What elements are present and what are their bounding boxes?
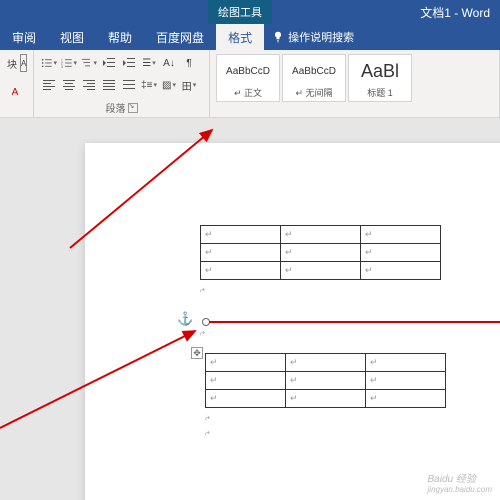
paragraph-mark: ⤶	[205, 413, 210, 424]
watermark: Baidu 经验 jingyan.baidu.com	[428, 470, 492, 494]
watermark-main: Baidu 经验	[428, 474, 476, 485]
decrease-indent-button[interactable]	[100, 54, 118, 72]
table-row[interactable]: ↵↵↵	[206, 354, 446, 372]
style-preview: AaBbCcD	[219, 57, 277, 86]
tab-help[interactable]: 帮助	[96, 24, 144, 50]
character-shading-button[interactable]: 块	[6, 54, 18, 72]
enclose-chars-button[interactable]: A	[20, 54, 27, 72]
multilevel-list-button[interactable]: ▾	[80, 54, 98, 72]
tell-me-search[interactable]: 操作说明搜索	[264, 24, 362, 50]
table-row[interactable]: ↵↵↵	[201, 226, 441, 244]
table-move-handle[interactable]: ✥	[191, 347, 203, 359]
align-right-button[interactable]	[80, 76, 98, 94]
tab-format[interactable]: 格式	[216, 24, 264, 50]
anchor-icon[interactable]: ⚓	[177, 311, 193, 327]
table-row[interactable]: ↵↵↵	[206, 372, 446, 390]
table-row[interactable]: ↵↵↵	[206, 390, 446, 408]
shading-button[interactable]: ▨▾	[160, 76, 178, 94]
sort-button[interactable]: A↓	[160, 54, 178, 72]
bullets-button[interactable]: ▾	[40, 54, 58, 72]
ribbon: 块 A A ▾ 123▾ ▾ ☰▾ A↓ ¶ ‡≡▾ ▨▾ 田▾	[0, 50, 500, 118]
table-row[interactable]: ↵↵↵	[201, 262, 441, 280]
table-2[interactable]: ↵↵↵ ↵↵↵ ↵↵↵	[205, 353, 446, 408]
paragraph-mark: ⤶	[205, 428, 210, 439]
style-preview: AaBbCcD	[285, 57, 343, 86]
table-1[interactable]: ↵↵↵ ↵↵↵ ↵↵↵	[200, 225, 441, 280]
font-group: 块 A A	[0, 50, 34, 117]
tab-baidu-netdisk[interactable]: 百度网盘	[144, 24, 216, 50]
increase-indent-button[interactable]	[120, 54, 138, 72]
svg-text:3: 3	[61, 65, 63, 69]
style-heading1[interactable]: AaBl 标题 1	[348, 54, 412, 102]
paragraph-group: ▾ 123▾ ▾ ☰▾ A↓ ¶ ‡≡▾ ▨▾ 田▾ 段落	[34, 50, 210, 117]
align-left-button[interactable]	[40, 76, 58, 94]
numbering-button[interactable]: 123▾	[60, 54, 78, 72]
lightbulb-icon	[272, 31, 284, 43]
style-name: ↵ 正文	[219, 86, 277, 99]
page[interactable]: ↵↵↵ ↵↵↵ ↵↵↵ ⤶ ⚓ ⤶ ✥ ↵↵↵ ↵↵↵ ↵↵↵ ⤶ ⤶	[85, 143, 500, 500]
paragraph-mark: ⤶	[200, 285, 205, 296]
ribbon-tabs: 审阅 视图 帮助 百度网盘 格式 操作说明搜索	[0, 24, 500, 50]
line-spacing-button[interactable]: ‡≡▾	[140, 76, 158, 94]
justify-button[interactable]	[100, 76, 118, 94]
show-marks-button[interactable]: ¶	[180, 54, 198, 72]
distributed-button[interactable]	[120, 76, 138, 94]
styles-group: AaBbCcD ↵ 正文 AaBbCcD ↵ 无间隔 AaBl 标题 1	[210, 50, 500, 117]
tab-review[interactable]: 审阅	[0, 24, 48, 50]
document-area[interactable]: ↵↵↵ ↵↵↵ ↵↵↵ ⤶ ⚓ ⤶ ✥ ↵↵↵ ↵↵↵ ↵↵↵ ⤶ ⤶	[0, 118, 500, 500]
style-name: 标题 1	[351, 86, 409, 99]
style-preview: AaBl	[351, 57, 409, 86]
title-bar: 绘图工具 文档1 - Word	[0, 0, 500, 24]
style-name: ↵ 无间隔	[285, 86, 343, 99]
style-no-spacing[interactable]: AaBbCcD ↵ 无间隔	[282, 54, 346, 102]
drawn-line[interactable]	[209, 321, 500, 323]
paragraph-mark: ⤶	[200, 328, 205, 339]
paragraph-dialog-launcher[interactable]	[128, 103, 138, 113]
borders-button[interactable]: 田▾	[180, 76, 198, 94]
font-color-button[interactable]: A	[6, 84, 24, 102]
table-row[interactable]: ↵↵↵	[201, 244, 441, 262]
style-normal[interactable]: AaBbCcD ↵ 正文	[216, 54, 280, 102]
watermark-sub: jingyan.baidu.com	[428, 485, 492, 494]
tab-view[interactable]: 视图	[48, 24, 96, 50]
contextual-tab-drawing-tools[interactable]: 绘图工具	[208, 0, 272, 24]
document-title: 文档1 - Word	[420, 4, 490, 21]
paragraph-group-label: 段落	[40, 98, 203, 115]
font-group-label	[6, 113, 27, 115]
asian-layout-button[interactable]: ☰▾	[140, 54, 158, 72]
tell-me-label: 操作说明搜索	[288, 29, 354, 45]
style-gallery: AaBbCcD ↵ 正文 AaBbCcD ↵ 无间隔 AaBl 标题 1	[216, 54, 493, 102]
align-center-button[interactable]	[60, 76, 78, 94]
